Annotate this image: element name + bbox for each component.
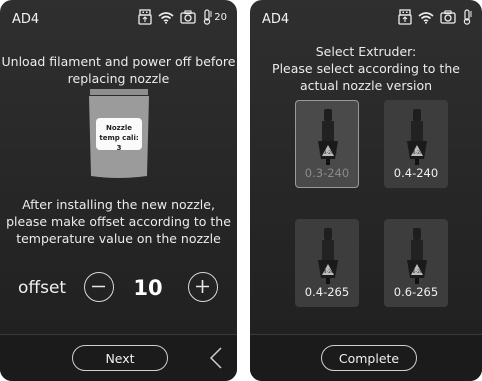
footer-bar: Next: [0, 334, 237, 381]
complete-button[interactable]: Complete: [321, 345, 417, 371]
instruction-line: After installing the new nozzle,: [22, 197, 215, 212]
status-bar: AD4: [250, 0, 482, 38]
nozzle-offset-screen: AD4 20 Unload filament and power off bef…: [0, 0, 237, 381]
offset-value: 10: [133, 276, 163, 300]
camera-icon: [180, 10, 196, 24]
instruction-line: Unload filament and power off before: [1, 54, 236, 69]
instruction-line: temperature value on the nozzle: [16, 231, 221, 246]
footer-bar: Complete: [250, 334, 482, 381]
wifi-icon: [418, 11, 434, 24]
option-label: 0.3-240: [304, 166, 350, 180]
select-extruder-screen: AD4 Select Extruder: Please select accor…: [250, 0, 482, 381]
nozzle-engraving: 0.6-265: [408, 270, 426, 275]
nozzle-engraving: 0.4-265: [319, 270, 337, 275]
nozzle-engraving: 0.4-240: [408, 151, 426, 156]
select-extruder-title: Select Extruder: Please select according…: [250, 43, 482, 94]
nozzle-package-illustration: Nozzle temp cali: 3: [86, 88, 152, 180]
status-bar: AD4 20: [0, 0, 237, 38]
nozzle-label-card: Nozzle temp cali: 3: [96, 118, 142, 152]
instruction-line: replacing nozzle: [67, 71, 170, 86]
chevron-left-icon: [209, 347, 222, 369]
instruction-line: please make offset according to the: [6, 214, 231, 229]
thermometer-icon: [202, 9, 213, 25]
nozzle-icon: [318, 109, 338, 165]
nozzle-icon: [407, 109, 427, 165]
temperature-value: 20: [214, 11, 227, 23]
title-line: Please select according to the: [272, 61, 460, 76]
wifi-icon: [158, 11, 174, 24]
nozzle-icon: [407, 228, 427, 284]
usb-icon: [138, 9, 152, 25]
decrease-offset-button[interactable]: [84, 272, 114, 302]
title-line: actual nozzle version: [299, 78, 433, 93]
card-line: temp cali: 3: [99, 134, 139, 152]
plus-circle-icon: [196, 280, 209, 293]
option-label: 0.6-265: [393, 285, 439, 299]
nozzle-engraving: 0.3-240: [319, 151, 337, 156]
printer-model: AD4: [262, 12, 290, 27]
extruder-option-0.3-240[interactable]: 0.3-240 0.3-240: [295, 100, 359, 188]
printer-model: AD4: [12, 12, 40, 27]
increase-offset-button[interactable]: [188, 272, 218, 302]
thermometer-icon: [462, 9, 472, 25]
nozzle-icon: [318, 228, 338, 284]
card-line: Nozzle: [106, 124, 132, 132]
offset-control: offset 10: [0, 272, 237, 306]
extruder-option-0.4-265[interactable]: 0.4-265 0.4-265: [295, 219, 359, 307]
status-icons: [398, 9, 472, 25]
camera-icon: [440, 10, 456, 24]
option-label: 0.4-265: [304, 285, 350, 299]
after-install-instruction: After installing the new nozzle, please …: [0, 196, 237, 247]
back-button[interactable]: [209, 346, 223, 374]
title-line: Select Extruder:: [315, 44, 417, 59]
offset-label: offset: [18, 278, 67, 298]
minus-circle-icon: [92, 285, 105, 288]
option-label: 0.4-240: [393, 166, 439, 180]
usb-icon: [398, 9, 412, 25]
unload-instruction: Unload filament and power off before rep…: [0, 53, 237, 87]
status-icons: 20: [138, 9, 227, 25]
next-button[interactable]: Next: [72, 345, 168, 371]
extruder-option-0.4-240[interactable]: 0.4-240 0.4-240: [384, 100, 448, 188]
extruder-option-0.6-265[interactable]: 0.6-265 0.6-265: [384, 219, 448, 307]
